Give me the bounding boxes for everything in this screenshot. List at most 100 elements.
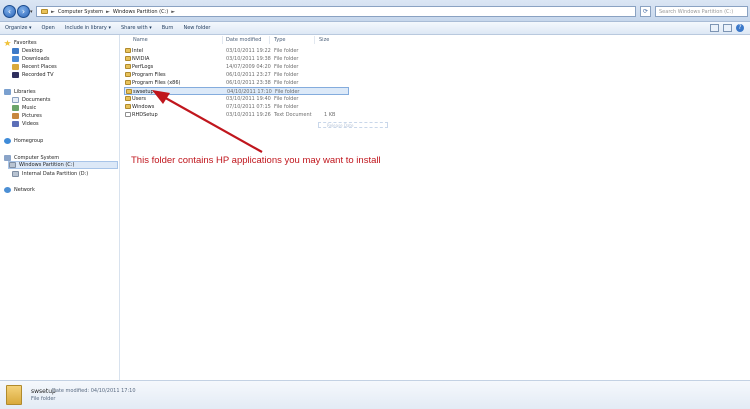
file-type: File folder <box>274 72 299 78</box>
nav-label: Network <box>14 187 35 193</box>
details-pane: swsetup Date modified: 04/10/2011 17:10 … <box>0 380 750 409</box>
file-name: Intel <box>132 48 144 54</box>
refresh-button[interactable]: ⟳ <box>640 6 651 17</box>
breadcrumb-computer[interactable]: Computer System <box>58 9 103 15</box>
navigation-pane: Favorites Desktop Downloads Recent Place… <box>0 35 120 380</box>
nav-downloads[interactable]: Downloads <box>12 55 49 63</box>
nav-label: Downloads <box>22 56 50 62</box>
column-separator <box>269 36 270 44</box>
folder-icon <box>125 80 131 85</box>
drag-ghost-label: Release Date <box>318 122 388 128</box>
drive-icon <box>9 162 16 168</box>
file-name: Windows <box>132 104 155 110</box>
annotation-text: This folder contains HP applications you… <box>131 155 381 166</box>
downloads-icon <box>12 56 19 62</box>
folder-icon <box>125 96 131 101</box>
file-type: File folder <box>274 96 299 102</box>
share-with-button[interactable]: Share with ▾ <box>116 25 157 31</box>
file-name: NVIDIA <box>132 56 150 62</box>
nav-label: Videos <box>22 121 39 127</box>
column-date-modified[interactable]: Date modified <box>226 37 261 43</box>
folder-icon <box>126 89 132 94</box>
nav-label: Favorites <box>14 40 37 46</box>
details-date-modified: Date modified: 04/10/2011 17:10 <box>52 388 136 394</box>
details-file-type: File folder <box>31 396 56 402</box>
file-name: Users <box>132 96 147 102</box>
help-icon[interactable]: ? <box>736 24 744 32</box>
organize-button[interactable]: Organize ▾ <box>0 25 37 31</box>
file-row[interactable]: Windows 07/10/2011 07:15 File folder <box>124 103 349 111</box>
homegroup-icon <box>4 138 11 144</box>
nav-label: Recorded TV <box>22 72 54 78</box>
nav-network[interactable]: Network <box>4 186 35 194</box>
breadcrumb-drive[interactable]: Windows Partition (C:) <box>113 9 168 15</box>
file-row[interactable]: NVIDIA 03/10/2011 19:38 File folder <box>124 55 349 63</box>
nav-documents[interactable]: Documents <box>12 96 51 104</box>
file-row[interactable]: Program Files (x86) 06/10/2011 23:38 Fil… <box>124 79 349 87</box>
chevron-right-icon: ► <box>51 8 55 15</box>
view-options-icon[interactable] <box>710 24 719 32</box>
folder-icon <box>125 64 131 69</box>
file-name: RHDSetup <box>132 112 158 118</box>
address-field[interactable]: ► Computer System ► Windows Partition (C… <box>36 6 636 17</box>
videos-icon <box>12 121 19 127</box>
nav-desktop[interactable]: Desktop <box>12 47 43 55</box>
file-date: 06/10/2011 23:38 <box>226 80 271 86</box>
recent-places-icon <box>12 64 19 70</box>
open-button[interactable]: Open <box>37 25 60 31</box>
recent-pages-dropdown[interactable]: ▾ <box>30 9 33 15</box>
nav-drive-c[interactable]: Windows Partition (C:) <box>8 161 118 169</box>
nav-label: Desktop <box>22 48 43 54</box>
tv-icon <box>12 72 19 78</box>
file-date: 14/07/2009 04:20 <box>226 64 271 70</box>
nav-music[interactable]: Music <box>12 104 36 112</box>
forward-button[interactable]: › <box>17 5 30 18</box>
preview-pane-icon[interactable] <box>723 24 732 32</box>
include-in-library-button[interactable]: Include in library ▾ <box>60 25 116 31</box>
file-type: File folder <box>274 64 299 70</box>
nav-label: Homegroup <box>14 138 44 144</box>
column-separator <box>222 36 223 44</box>
nav-label: Music <box>22 105 37 111</box>
folder-icon <box>125 56 131 61</box>
file-row[interactable]: RHDSetup 03/10/2011 19:26 Text Document … <box>124 111 349 119</box>
file-date: 03/10/2011 19:26 <box>226 112 271 118</box>
folder-icon <box>125 48 131 53</box>
burn-button[interactable]: Burn <box>157 25 179 31</box>
nav-label: Libraries <box>14 89 36 95</box>
nav-label: Windows Partition (C:) <box>19 162 75 168</box>
new-folder-button[interactable]: New folder <box>178 25 215 31</box>
nav-label: Documents <box>22 97 51 103</box>
file-row[interactable]: Users 03/10/2011 19:40 File folder <box>124 95 349 103</box>
column-separator <box>314 36 315 44</box>
nav-libraries[interactable]: Libraries <box>4 88 36 96</box>
search-placeholder: Search Windows Partition (C:) <box>659 8 734 15</box>
file-size: 1 KB <box>324 112 336 118</box>
nav-homegroup[interactable]: Homegroup <box>4 137 43 145</box>
file-date: 03/10/2011 19:22 <box>226 48 271 54</box>
back-button[interactable]: ‹ <box>3 5 16 18</box>
nav-recorded-tv[interactable]: Recorded TV <box>12 71 54 79</box>
nav-videos[interactable]: Videos <box>12 120 39 128</box>
nav-pictures[interactable]: Pictures <box>12 112 42 120</box>
column-name[interactable]: Name <box>133 37 148 43</box>
chevron-right-icon: ► <box>171 8 176 15</box>
nav-recent-places[interactable]: Recent Places <box>12 63 57 71</box>
search-input[interactable]: Search Windows Partition (C:) <box>655 6 748 17</box>
column-type[interactable]: Type <box>274 37 285 43</box>
nav-label: Internal Data Partition (D:) <box>22 171 89 177</box>
column-size[interactable]: Size <box>319 37 329 43</box>
nav-favorites[interactable]: Favorites <box>4 39 37 47</box>
nav-label: Recent Places <box>22 64 57 70</box>
file-row[interactable]: PerfLogs 14/07/2009 04:20 File folder <box>124 63 349 71</box>
file-name: Program Files <box>132 72 166 78</box>
file-name: Program Files (x86) <box>132 80 181 86</box>
file-row[interactable]: Program Files 06/10/2011 23:27 File fold… <box>124 71 349 79</box>
file-row-selected[interactable]: swsetup 04/10/2011 17:10 File folder <box>124 87 349 95</box>
file-list: Name Date modified Type Size Intel 03/10… <box>121 35 750 380</box>
file-type: File folder <box>274 104 299 110</box>
documents-icon <box>12 97 19 103</box>
text-document-icon <box>125 112 131 117</box>
file-row[interactable]: Intel 03/10/2011 19:22 File folder <box>124 47 349 55</box>
nav-drive-d[interactable]: Internal Data Partition (D:) <box>12 170 88 178</box>
